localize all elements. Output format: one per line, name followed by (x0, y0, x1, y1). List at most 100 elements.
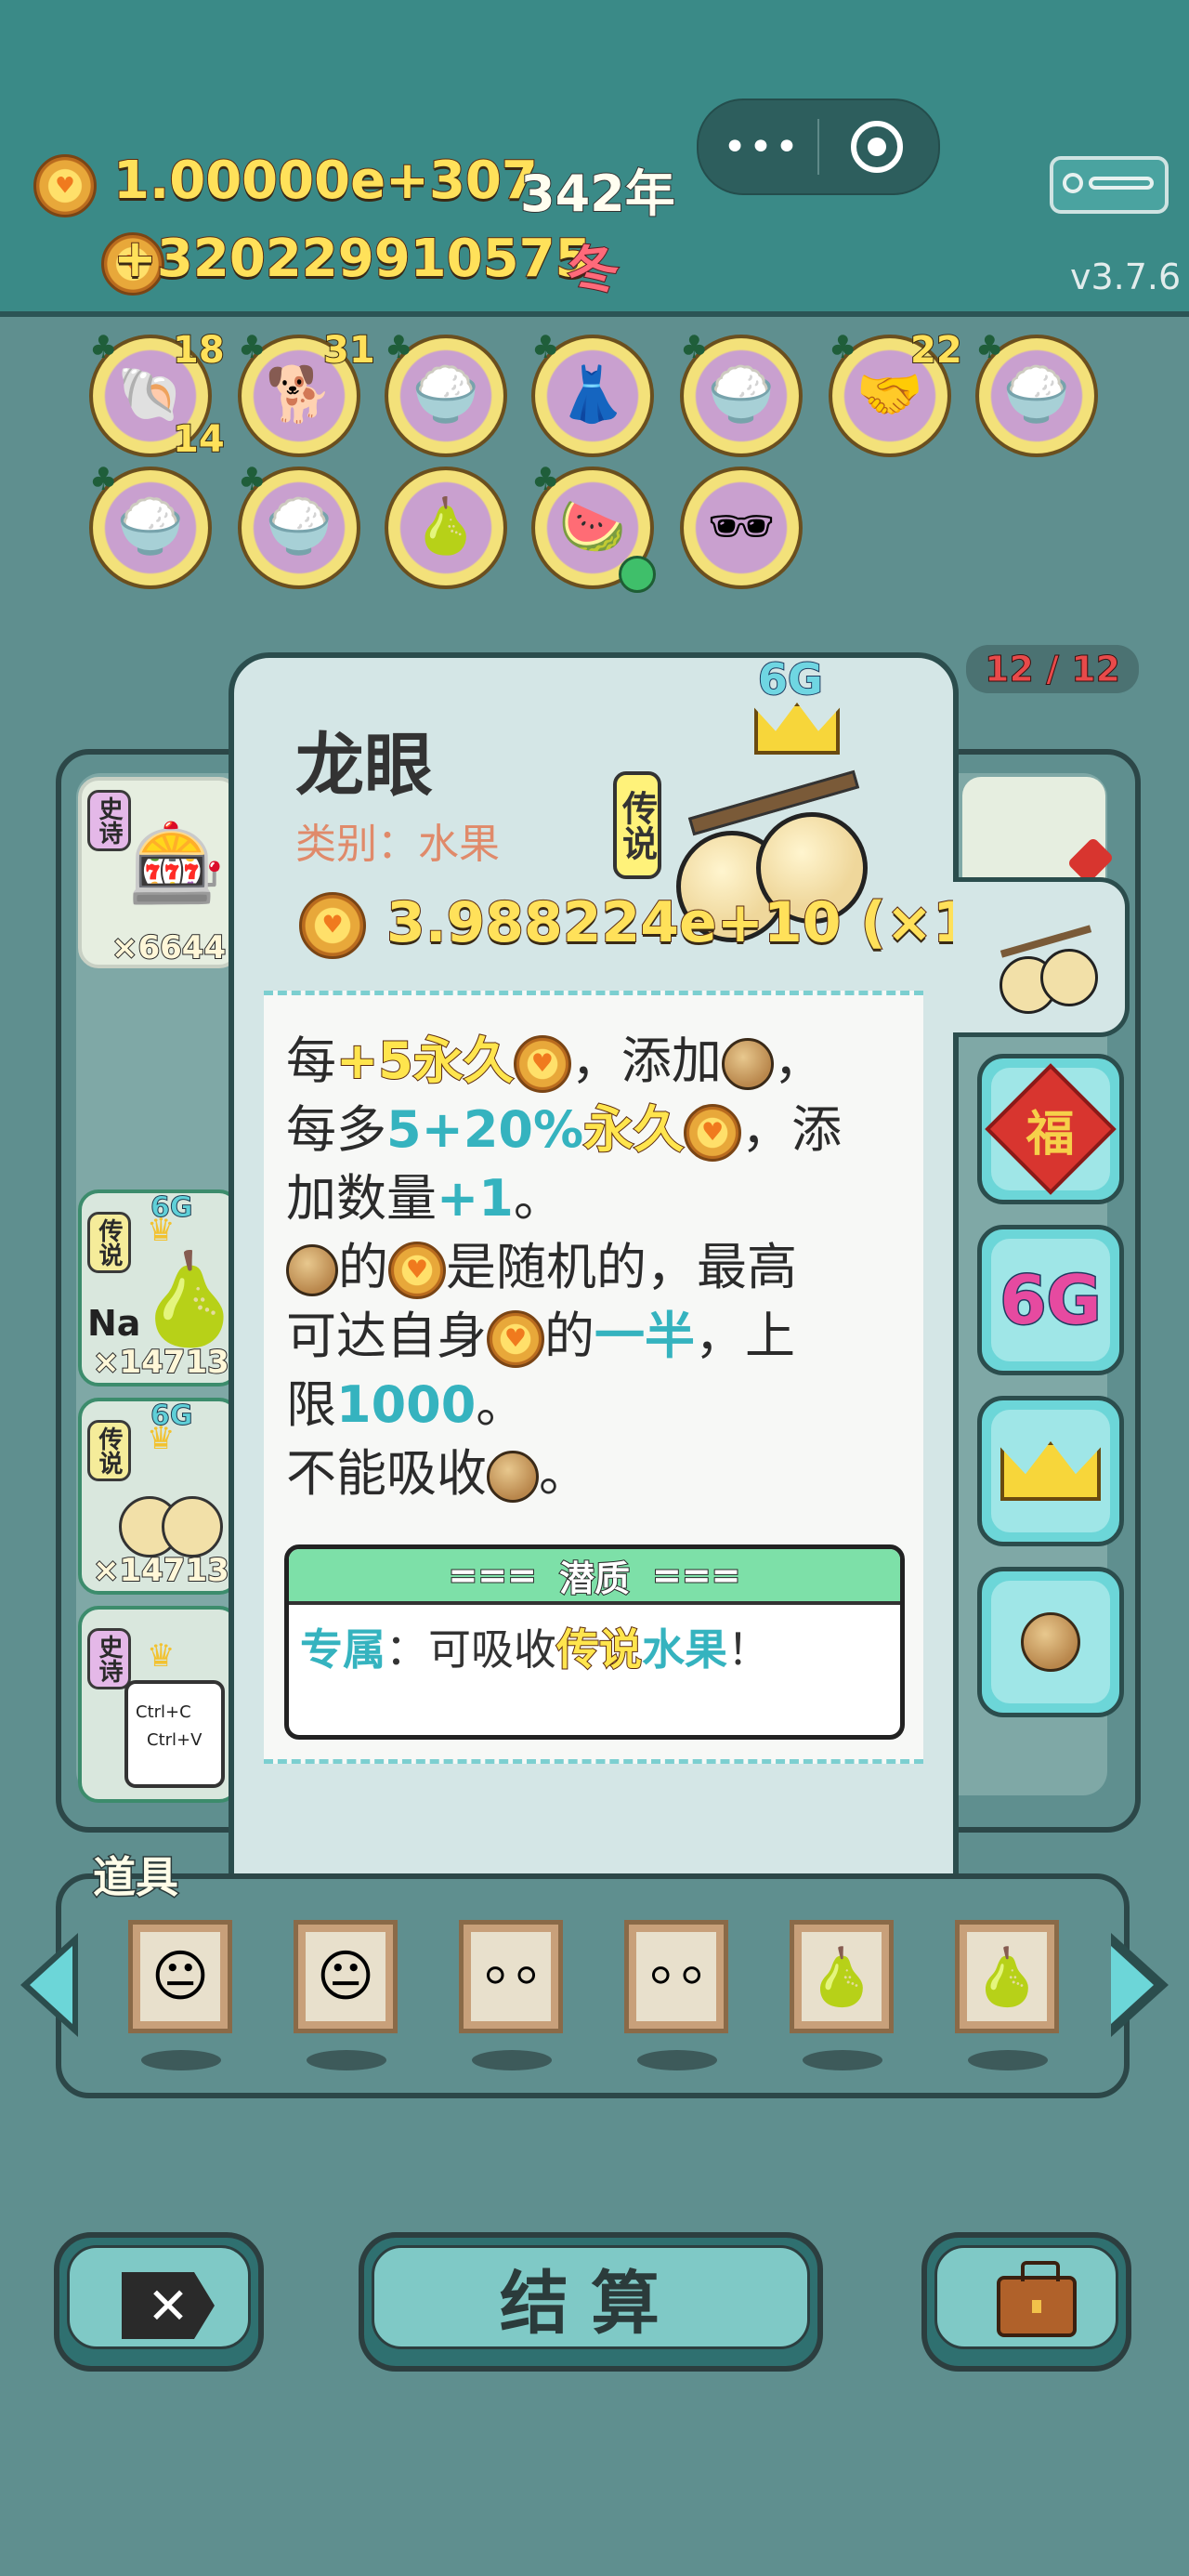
item-card[interactable]: 史诗 🎰 ×6644 (78, 777, 240, 968)
deco: === (651, 1554, 742, 1597)
item-slot[interactable]: ⚪⚪ (459, 1920, 563, 2033)
progress-counter: 12 / 12 (966, 645, 1140, 693)
desc-text: ，添 (741, 1100, 843, 1159)
arrow-right-fill (1111, 1946, 1154, 2024)
desc-highlight: +1 (437, 1169, 514, 1228)
relic-skirt[interactable]: ♣ 👗 (531, 329, 654, 457)
settle-button[interactable]: 结算 (359, 2232, 823, 2372)
desc-text: 加数量 (286, 1169, 437, 1228)
slot-shadow (637, 2050, 717, 2070)
nut-icon (286, 1244, 338, 1297)
relic-rice-bowls[interactable]: ♣ 🍚 (89, 461, 212, 589)
close-button[interactable]: ✕ (54, 2232, 264, 2372)
desc-text: 的 (338, 1238, 388, 1296)
tab-crown[interactable] (977, 1396, 1124, 1546)
rarity-tag: 传说 (87, 1212, 131, 1273)
desc-highlight: 1000 (336, 1375, 477, 1434)
nut-icon (1021, 1612, 1080, 1672)
face-mask-icon: 😐 (306, 1932, 385, 2021)
desc-text: 限 (286, 1375, 336, 1434)
desc-text: 每 (286, 1032, 336, 1090)
item-slot[interactable]: 😐 (294, 1920, 398, 2033)
relic-shell-subcount: 14 (172, 417, 226, 462)
potential-header: === 潜质 === (289, 1549, 900, 1605)
relic-pomelo[interactable]: 🍐 (385, 467, 507, 589)
desc-text: ：可吸收 (385, 1624, 556, 1675)
slot-shadow (968, 2050, 1048, 2070)
fu-label: 福 (1026, 1106, 1076, 1163)
desc-text: ！ (727, 1624, 770, 1675)
rarity-tag: 史诗 (87, 1628, 131, 1689)
tab-6g[interactable]: 6G (977, 1225, 1124, 1375)
face-mask-icon: 😐 (140, 1932, 220, 2021)
item-slot[interactable]: ⚪⚪ (624, 1920, 728, 2033)
relic-shell-count: 18 (172, 328, 226, 373)
arrow-left-fill (30, 1946, 72, 2024)
potential-box: === 潜质 === 专属：可吸收传说水果！ (284, 1544, 905, 1740)
relic-rice-bowls[interactable]: ♣ 🍚 (975, 329, 1098, 457)
item-card[interactable]: 传说 6G ♛ ×14713 (78, 1398, 240, 1595)
tab-nut[interactable] (977, 1567, 1124, 1717)
rarity-tag: 史诗 (87, 790, 131, 851)
potential-keyword: 传说 (555, 1623, 643, 1676)
close-miniapp-icon[interactable] (851, 121, 903, 173)
item-count: ×14713 (92, 1343, 230, 1382)
desc-highlight: 永久 (582, 1099, 685, 1160)
potential-title: 潜质 (558, 1557, 631, 1600)
badge-6g: 6G (757, 653, 824, 705)
deco: === (447, 1554, 538, 1597)
crown-icon: ♛ (147, 1637, 176, 1675)
item-slot[interactable]: 🍐 (955, 1920, 1059, 2033)
item-slot[interactable]: 🍐 (790, 1920, 894, 2033)
desc-text: 是随机的，最高 (446, 1238, 797, 1296)
item-card[interactable]: 传说 6G ♛ 🍐 Na ×14713 (78, 1189, 245, 1387)
toggle-switch-icon[interactable] (1050, 156, 1169, 214)
badge-6g-label: 6G (999, 1260, 1103, 1341)
tab-fu[interactable]: 福 (977, 1054, 1124, 1204)
heart-coin-icon (33, 154, 97, 217)
relic-rice-bowls[interactable]: ♣ 🍚 (385, 329, 507, 457)
desc-text: ，上 (695, 1307, 795, 1365)
tab-longan[interactable] (953, 877, 1130, 1037)
more-icon[interactable]: ••• (723, 121, 799, 173)
heart-coin-icon (299, 892, 366, 959)
items-label: 道具 (92, 1851, 180, 1904)
longan-icon: ⚪⚪ (636, 1932, 716, 2021)
heart-coin-icon (487, 1310, 544, 1369)
close-icon: ✕ (122, 2272, 215, 2339)
desc-text: 的 (544, 1307, 594, 1365)
relic-rice-bowls[interactable]: ♣ 🍚 (680, 329, 803, 457)
desc-text: 。 (539, 1444, 589, 1503)
heart-coin-icon (388, 1242, 446, 1300)
relic-sunglasses[interactable]: 🕶 (680, 467, 803, 589)
settle-label: 结算 (500, 2263, 682, 2344)
item-count: ×14713 (92, 1551, 230, 1590)
desc-text: 不能吸收 (286, 1444, 487, 1503)
relic-rice-bowls[interactable]: ♣ 🍚 (238, 461, 360, 589)
copy-paste-key-icon: Ctrl+C Ctrl+V (124, 1680, 225, 1788)
key-line: Ctrl+C (136, 1702, 191, 1722)
longan-icon: ⚪⚪ (471, 1932, 551, 2021)
key-line: Ctrl+V (147, 1730, 203, 1750)
desc-text: 可达自身 (286, 1307, 487, 1365)
capsule-machine-icon: 🎰 (128, 818, 226, 909)
relic-fruit-basket[interactable]: ♣ 🍉 (531, 461, 656, 593)
desc-text: 。 (476, 1375, 527, 1434)
desc-text: 。 (513, 1169, 564, 1228)
item-count: ×6644 (111, 928, 227, 967)
version-label: v3.7.6 (1070, 256, 1182, 297)
bag-button[interactable] (921, 2232, 1131, 2372)
rarity-tag: 传说 (87, 1420, 131, 1481)
potential-keyword: 专属 (300, 1624, 385, 1675)
currency-total: 1.00000e+307 (112, 150, 539, 212)
desc-highlight: +5永久 (335, 1031, 515, 1091)
slot-shadow (803, 2050, 882, 2070)
year-counter: 342年 (519, 164, 676, 224)
item-slot[interactable]: 😐 (128, 1920, 232, 2033)
item-value: 3.988224e+10 (×147 (385, 889, 1050, 956)
potential-text: 专属：可吸收传说水果！ (300, 1616, 770, 1677)
relic-handshake-count: 22 (909, 328, 963, 373)
item-card[interactable]: 史诗 ♛ Ctrl+C Ctrl+V (78, 1606, 240, 1803)
miniapp-capsule: ••• (697, 99, 940, 195)
pomelo-icon: 🍐 (802, 1932, 882, 2021)
